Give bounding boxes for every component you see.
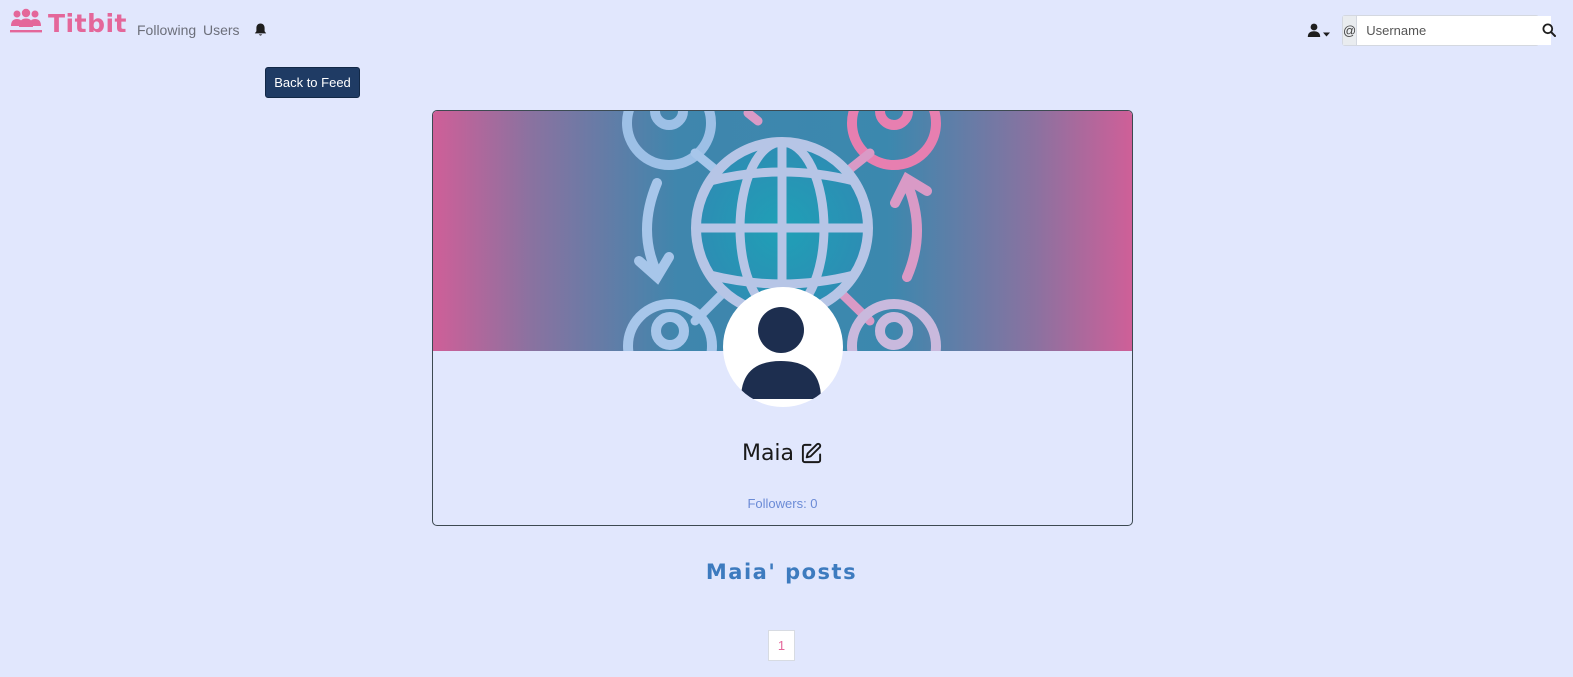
profile-name-row: Maia bbox=[433, 441, 1132, 466]
back-to-feed-button[interactable]: Back to Feed bbox=[265, 67, 360, 98]
users-icon bbox=[10, 8, 42, 39]
posts-heading: Maia' posts bbox=[705, 560, 858, 584]
nav-link-users[interactable]: Users bbox=[203, 22, 240, 38]
username-search: @ bbox=[1342, 15, 1552, 46]
edit-icon[interactable] bbox=[800, 442, 823, 465]
nav-link-following[interactable]: Following bbox=[137, 22, 196, 38]
pagination-page[interactable]: 1 bbox=[768, 630, 795, 661]
followers-count[interactable]: Followers: 0 bbox=[433, 496, 1132, 511]
user-icon bbox=[1307, 23, 1321, 42]
profile-name: Maia bbox=[741, 441, 795, 466]
bell-icon[interactable] bbox=[254, 23, 267, 42]
search-icon[interactable] bbox=[1542, 23, 1556, 42]
user-menu-dropdown[interactable] bbox=[1307, 23, 1330, 42]
brand-logo[interactable]: Titbit bbox=[10, 7, 127, 39]
profile-avatar bbox=[723, 287, 843, 407]
brand-name: Titbit bbox=[48, 8, 127, 38]
search-prefix: @ bbox=[1343, 16, 1358, 45]
user-avatar-icon bbox=[741, 307, 821, 399]
username-search-input[interactable] bbox=[1357, 16, 1552, 45]
chevron-down-icon bbox=[1323, 24, 1330, 42]
profile-card: Maia Followers: 0 bbox=[432, 110, 1133, 526]
